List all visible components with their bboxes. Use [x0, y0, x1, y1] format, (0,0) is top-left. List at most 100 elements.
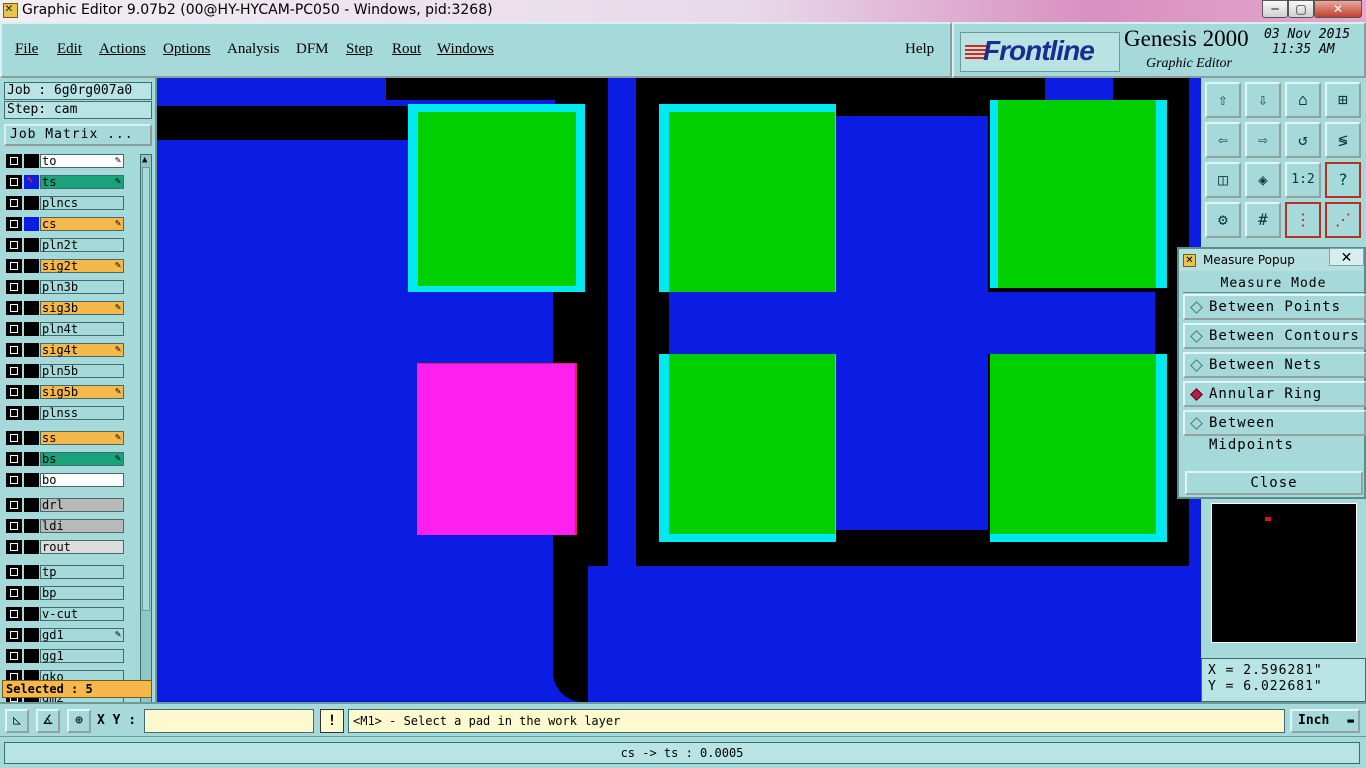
layer-checkbox[interactable] — [6, 322, 22, 336]
layer-row-ts[interactable]: ⬉ ts ✎ — [4, 173, 126, 189]
pad[interactable] — [998, 100, 1156, 288]
graphic-work-area[interactable] — [157, 78, 1201, 702]
job-matrix-button[interactable]: Job Matrix ... — [4, 124, 152, 146]
unit-select[interactable]: Inch ▬ — [1290, 709, 1360, 733]
layer-mark[interactable] — [24, 649, 39, 663]
mode-between-points[interactable]: Between Points — [1183, 294, 1366, 320]
selected-pad[interactable] — [417, 363, 577, 535]
pad[interactable] — [990, 354, 1156, 534]
layer-checkbox[interactable] — [6, 540, 22, 554]
layer-mark[interactable] — [24, 154, 39, 168]
layer-row-bs[interactable]: bs ✎ — [4, 452, 126, 466]
layer-mark[interactable] — [24, 406, 39, 420]
mode-annular-ring[interactable]: Annular Ring — [1183, 381, 1366, 407]
menu-edit[interactable]: Edit — [57, 41, 82, 58]
app-icon[interactable] — [3, 1, 18, 18]
layer-checkbox[interactable] — [6, 649, 22, 663]
layer-checkbox[interactable] — [6, 565, 22, 579]
measure-close-button[interactable]: Close — [1185, 471, 1363, 495]
mode-between-midpoints[interactable]: Between Midpoints — [1183, 410, 1366, 453]
pad[interactable] — [669, 354, 835, 534]
layer-mark[interactable] — [24, 196, 39, 210]
layer-checkbox[interactable] — [6, 498, 22, 512]
layer-checkbox[interactable] — [6, 385, 22, 399]
layer-checkbox[interactable] — [6, 607, 22, 621]
layer-row-sig5b[interactable]: sig5b ✎ — [4, 385, 126, 399]
layer-mark[interactable] — [24, 385, 39, 399]
layer-checkbox[interactable] — [6, 196, 22, 210]
xy-input[interactable] — [144, 709, 314, 733]
work-layer-arrow-icon[interactable]: ⬉ — [24, 173, 39, 189]
menu-options[interactable]: Options — [163, 41, 211, 58]
menu-rout[interactable]: Rout — [392, 41, 421, 58]
layer-checkbox[interactable] — [6, 238, 22, 252]
scroll-up-icon[interactable]: ▲ — [142, 155, 147, 165]
layer-row-sig2t[interactable]: sig2t ✎ — [4, 259, 126, 273]
affected-layer-icon[interactable] — [24, 217, 39, 231]
layer-mark[interactable] — [24, 540, 39, 554]
layer-row-ldi[interactable]: ldi — [4, 519, 126, 533]
pad[interactable] — [418, 112, 576, 286]
pad[interactable] — [669, 112, 835, 292]
layer-row-cs[interactable]: cs ✎ — [4, 217, 126, 231]
mode-between-contours[interactable]: Between Contours — [1183, 323, 1366, 349]
layer-checkbox[interactable] — [6, 431, 22, 445]
layer-checkbox[interactable] — [6, 301, 22, 315]
alert-button[interactable]: ! — [320, 709, 344, 733]
net-highlight-icon[interactable]: ⋮ — [1285, 202, 1321, 238]
layer-row-pln3b[interactable]: pln3b — [4, 280, 126, 294]
menu-analysis[interactable]: Analysis — [227, 41, 280, 58]
grid-snap-icon[interactable]: ⊕ — [67, 709, 91, 733]
maximize-button[interactable]: ▢ — [1288, 0, 1314, 18]
layer-mark[interactable] — [24, 343, 39, 357]
layer-mark[interactable] — [24, 565, 39, 579]
layer-mark[interactable] — [24, 280, 39, 294]
layer-checkbox[interactable] — [6, 175, 22, 189]
layer-row-gd1[interactable]: gd1 ✎ — [4, 628, 126, 642]
layer-row-v-cut[interactable]: v-cut — [4, 607, 126, 621]
layer-row-drl[interactable]: drl — [4, 498, 126, 512]
menu-windows[interactable]: Windows — [437, 41, 494, 58]
layer-row-plnss[interactable]: plnss — [4, 406, 126, 420]
undo-redraw-icon[interactable]: ↺ — [1285, 122, 1321, 158]
layer-mark[interactable] — [24, 452, 39, 466]
layer-row-tp[interactable]: tp — [4, 565, 126, 579]
layer-checkbox[interactable] — [6, 628, 22, 642]
snap-mode-icon[interactable]: ◺ — [5, 709, 29, 733]
layer-mark[interactable] — [24, 238, 39, 252]
layer-row-ss[interactable]: ss ✎ — [4, 431, 126, 445]
menu-actions[interactable]: Actions — [99, 41, 146, 58]
close-window-button[interactable]: ✕ — [1314, 0, 1362, 18]
pan-down-icon[interactable]: ⇩ — [1245, 82, 1281, 118]
layer-mark[interactable] — [24, 259, 39, 273]
layer-checkbox[interactable] — [6, 452, 22, 466]
layer-row-pln2t[interactable]: pln2t — [4, 238, 126, 252]
help-icon[interactable]: ? — [1325, 162, 1361, 198]
layer-mark[interactable] — [24, 628, 39, 642]
layer-checkbox[interactable] — [6, 406, 22, 420]
overview-map[interactable] — [1211, 503, 1357, 643]
menu-file[interactable]: File — [15, 41, 38, 58]
zoom-fit-icon[interactable]: ◫ — [1205, 162, 1241, 198]
layer-row-bo[interactable]: bo — [4, 473, 126, 487]
layer-mark[interactable] — [24, 322, 39, 336]
layer-row-bp[interactable]: bp — [4, 586, 126, 600]
layer-mark[interactable] — [24, 586, 39, 600]
layer-mark[interactable] — [24, 607, 39, 621]
zoom-center-icon[interactable]: ◈ — [1245, 162, 1281, 198]
layer-mark[interactable] — [24, 364, 39, 378]
menu-dfm[interactable]: DFM — [296, 41, 329, 58]
pan-left-icon[interactable]: ⇦ — [1205, 122, 1241, 158]
layer-checkbox[interactable] — [6, 259, 22, 273]
layer-mark[interactable] — [24, 519, 39, 533]
layer-row-rout[interactable]: rout — [4, 540, 126, 554]
minimize-button[interactable]: ─ — [1262, 0, 1288, 18]
home-icon[interactable]: ⌂ — [1285, 82, 1321, 118]
grid-icon[interactable]: # — [1245, 202, 1281, 238]
layer-row-pln5b[interactable]: pln5b — [4, 364, 126, 378]
popup-close-icon[interactable]: ✕ — [1329, 248, 1364, 266]
layer-row-plncs[interactable]: plncs — [4, 196, 126, 210]
settings-icon[interactable]: ⚙ — [1205, 202, 1241, 238]
layer-checkbox[interactable] — [6, 364, 22, 378]
pan-up-icon[interactable]: ⇧ — [1205, 82, 1241, 118]
